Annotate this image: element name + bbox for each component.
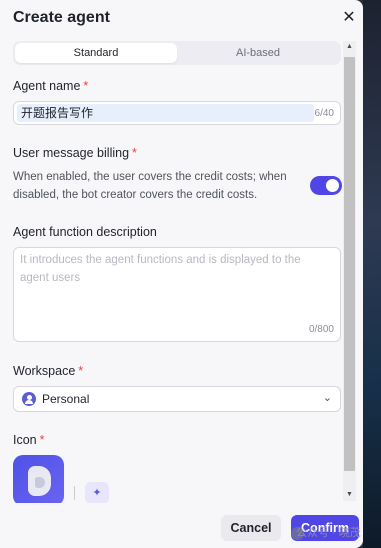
mode-tabs: Standard AI-based <box>13 41 341 65</box>
icon-label-text: Icon <box>13 433 37 447</box>
workspace-select[interactable]: Personal ⌄ <box>13 386 341 412</box>
icon-label: Icon * <box>13 433 45 447</box>
tab-ai-based[interactable]: AI-based <box>177 43 339 63</box>
description-textarea[interactable]: It introduces the agent functions and is… <box>13 247 341 342</box>
billing-label-text: User message billing <box>13 146 130 160</box>
background-strip <box>363 0 381 548</box>
chevron-down-icon: ⌄ <box>322 392 332 404</box>
cancel-button[interactable]: Cancel <box>221 515 281 541</box>
agent-name-label-text: Agent name <box>13 79 81 93</box>
scroll-down-arrow-icon[interactable]: ▼ <box>343 489 356 501</box>
workspace-label: Workspace * <box>13 364 83 378</box>
description-placeholder: It introduces the agent functions and is… <box>20 254 301 284</box>
toggle-knob <box>326 179 339 192</box>
tab-standard[interactable]: Standard <box>15 43 177 63</box>
divider <box>74 486 75 500</box>
billing-label: User message billing * <box>13 146 137 160</box>
workspace-selected-value: Personal <box>42 392 90 406</box>
agent-name-label: Agent name * <box>13 79 88 93</box>
scrollbar[interactable]: ▲ ▼ <box>343 41 356 501</box>
avatar-logo-shape <box>28 466 51 496</box>
required-mark: * <box>132 146 137 160</box>
required-mark: * <box>39 433 45 447</box>
agent-name-value: 开题报告写作 <box>17 104 314 122</box>
scroll-up-arrow-icon[interactable]: ▲ <box>343 41 356 53</box>
scrollbar-thumb[interactable] <box>344 57 355 471</box>
billing-toggle[interactable] <box>310 176 342 195</box>
required-mark: * <box>83 79 89 93</box>
description-counter: 0/800 <box>308 324 334 335</box>
agent-name-counter: 6/40 <box>314 108 334 119</box>
required-mark: * <box>78 364 84 378</box>
billing-help-text: When enabled, the user covers the credit… <box>13 171 287 201</box>
dialog-title: Create agent <box>13 9 110 26</box>
watermark-text: 公众号 · 晓茂 <box>296 527 361 539</box>
close-icon[interactable]: ✕ <box>340 9 358 27</box>
workspace-label-text: Workspace <box>13 364 76 378</box>
create-agent-dialog: Create agent ✕ Standard AI-based Agent n… <box>0 0 363 548</box>
description-label: Agent function description <box>13 225 157 239</box>
user-icon <box>22 392 36 406</box>
agent-avatar-icon[interactable] <box>13 455 64 506</box>
agent-name-input[interactable]: 开题报告写作 6/40 <box>13 101 341 125</box>
sparkle-icon[interactable]: ✦ <box>85 482 109 504</box>
